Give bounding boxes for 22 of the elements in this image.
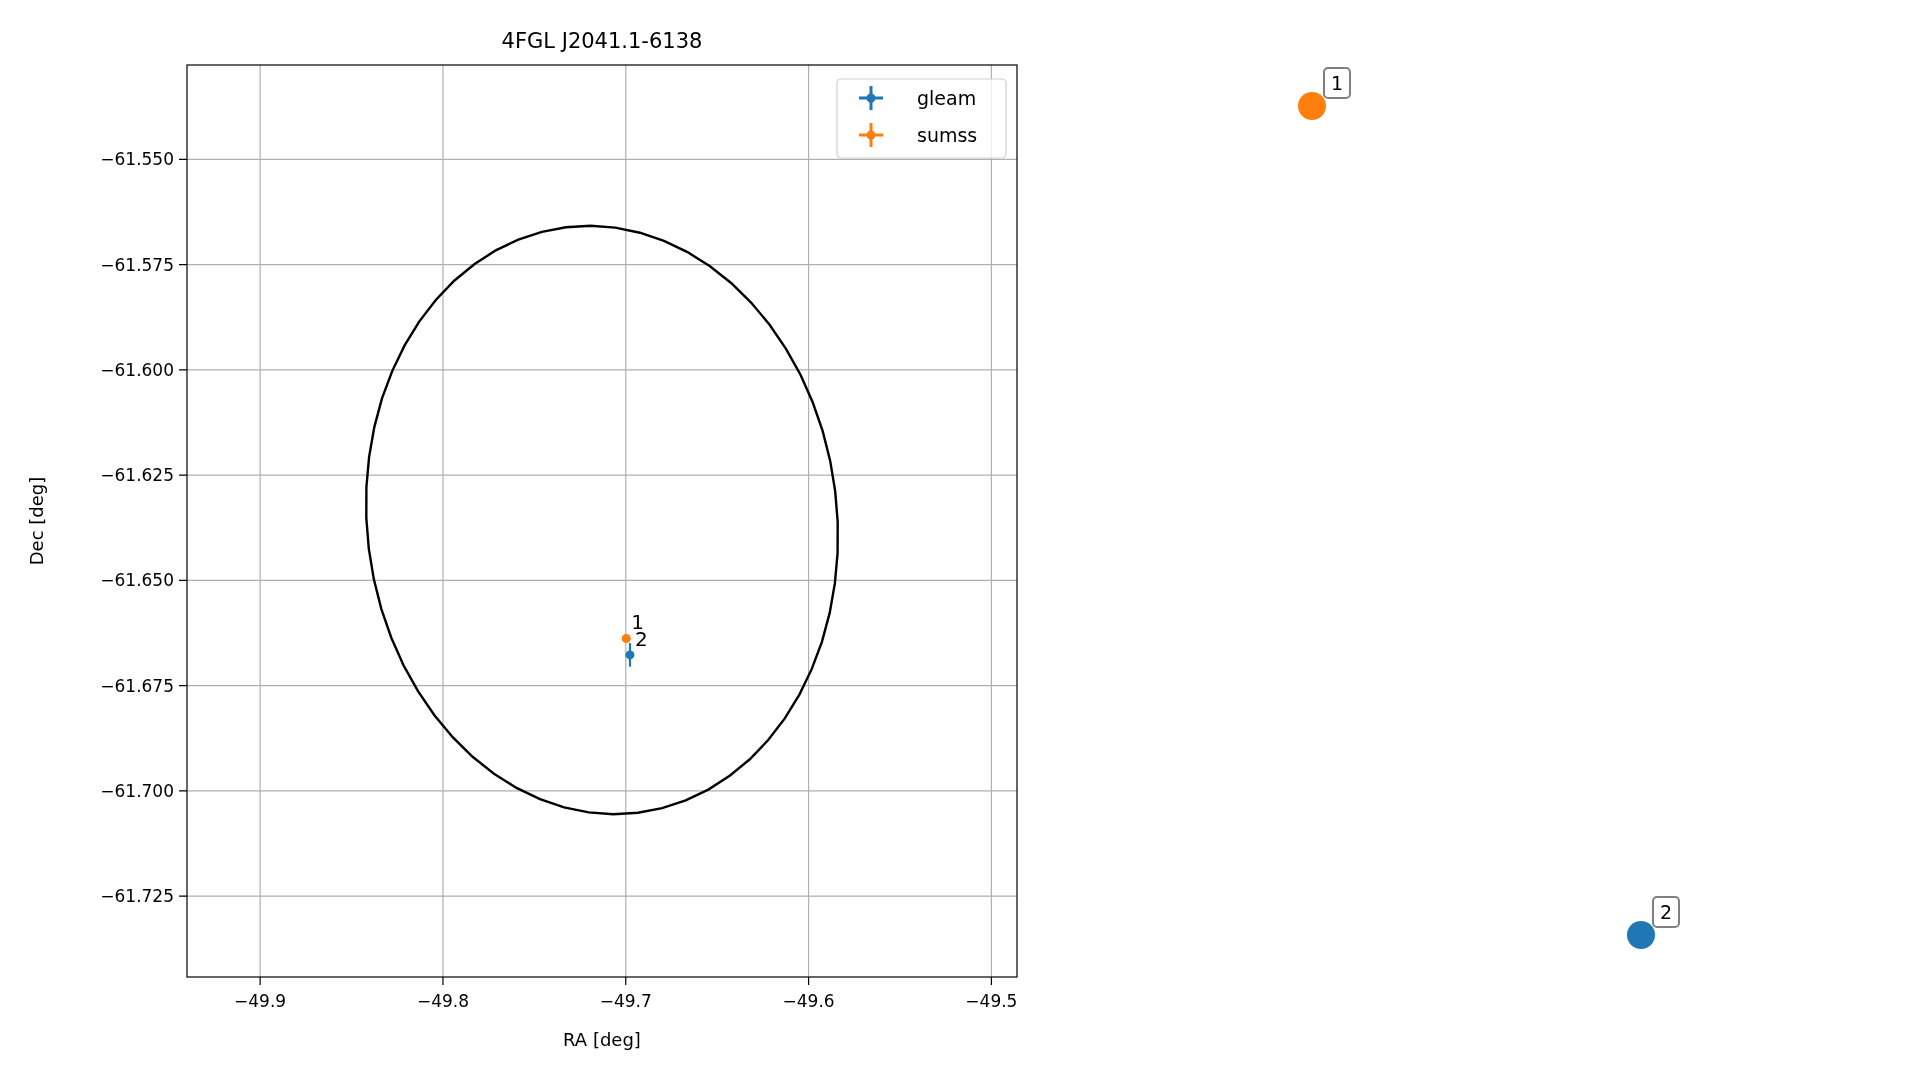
y-tick-label: −61.575	[100, 254, 174, 275]
x-tick-label: −49.5	[965, 991, 1018, 1011]
y-tick-label: −61.650	[100, 570, 174, 591]
legend-label: gleam	[917, 87, 977, 109]
marker-label: 2	[1652, 896, 1680, 928]
x-axis-title: RA [deg]	[563, 1029, 641, 1050]
y-tick-label: −61.675	[100, 675, 174, 696]
x-tick-label: −49.9	[234, 991, 287, 1011]
legend-marker-icon	[857, 84, 885, 112]
legend-marker-icon	[857, 121, 885, 149]
y-axis-title: Dec [deg]	[26, 476, 47, 566]
marker-label: 1	[1323, 67, 1351, 99]
legend-label: sumss	[917, 124, 978, 146]
y-tick-label: −61.625	[100, 465, 174, 486]
y-tick-label: −61.600	[100, 359, 174, 380]
y-tick-label: −61.700	[100, 780, 174, 801]
x-tick-label: −49.6	[782, 991, 835, 1011]
y-tick-label: −61.725	[100, 886, 174, 907]
y-tick-label: −61.550	[100, 149, 174, 170]
chart-title: 4FGL J2041.1-6138	[501, 29, 703, 53]
x-tick-label: −49.7	[599, 991, 652, 1011]
x-tick-label: −49.8	[416, 991, 469, 1011]
